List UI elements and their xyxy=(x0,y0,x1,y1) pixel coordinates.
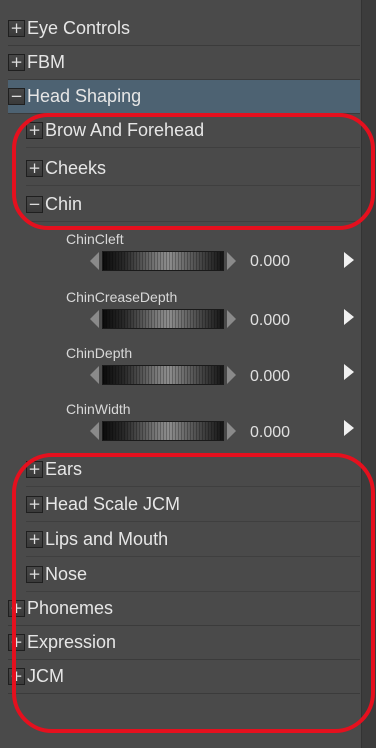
property-value-chincleft[interactable]: 0.000 xyxy=(250,253,290,271)
plus-icon[interactable]: + xyxy=(8,20,25,37)
play-icon[interactable] xyxy=(344,364,354,380)
tree-item-label: Head Shaping xyxy=(27,86,142,106)
play-icon[interactable] xyxy=(344,252,354,268)
slider-chinwidth[interactable] xyxy=(90,420,236,442)
plus-icon[interactable]: + xyxy=(8,54,25,71)
minus-icon[interactable]: − xyxy=(8,88,25,105)
play-icon[interactable] xyxy=(344,420,354,436)
arrow-right-icon[interactable] xyxy=(227,366,236,384)
arrow-left-icon[interactable] xyxy=(90,310,99,328)
arrow-right-icon[interactable] xyxy=(227,252,236,270)
parameters-panel: + Eye Controls + FBM − Head Shaping + Br… xyxy=(0,0,376,748)
tree-item-head-shaping[interactable]: − Head Shaping xyxy=(8,80,360,114)
tree-item-eye-controls[interactable]: + Eye Controls xyxy=(8,12,360,46)
arrow-left-icon[interactable] xyxy=(90,422,99,440)
slider-chincleft[interactable] xyxy=(90,250,236,272)
property-name-chincreasedepth: ChinCreaseDepth xyxy=(66,289,178,305)
slider-chincreasedepth[interactable] xyxy=(90,308,236,330)
arrow-right-icon[interactable] xyxy=(227,422,236,440)
play-icon[interactable] xyxy=(344,309,354,325)
property-value-chincreasedepth[interactable]: 0.000 xyxy=(250,312,290,330)
property-value-chinwidth[interactable]: 0.000 xyxy=(250,424,290,442)
tree-item-fbm[interactable]: + FBM xyxy=(8,46,360,80)
slider-track[interactable] xyxy=(102,309,224,329)
arrow-left-icon[interactable] xyxy=(90,252,99,270)
tree-item-label: FBM xyxy=(27,52,65,72)
property-name-chindepth: ChinDepth xyxy=(66,345,133,361)
arrow-right-icon[interactable] xyxy=(227,310,236,328)
slider-track[interactable] xyxy=(102,251,224,271)
slider-track[interactable] xyxy=(102,421,224,441)
annotation-outline-bottom xyxy=(12,453,375,733)
tree-item-label: Eye Controls xyxy=(27,18,131,38)
annotation-outline-top xyxy=(12,113,375,230)
property-name-chinwidth: ChinWidth xyxy=(66,401,131,417)
property-name-chincleft: ChinCleft xyxy=(66,231,124,247)
arrow-left-icon[interactable] xyxy=(90,366,99,384)
slider-chindepth[interactable] xyxy=(90,364,236,386)
slider-track[interactable] xyxy=(102,365,224,385)
property-value-chindepth[interactable]: 0.000 xyxy=(250,368,290,386)
